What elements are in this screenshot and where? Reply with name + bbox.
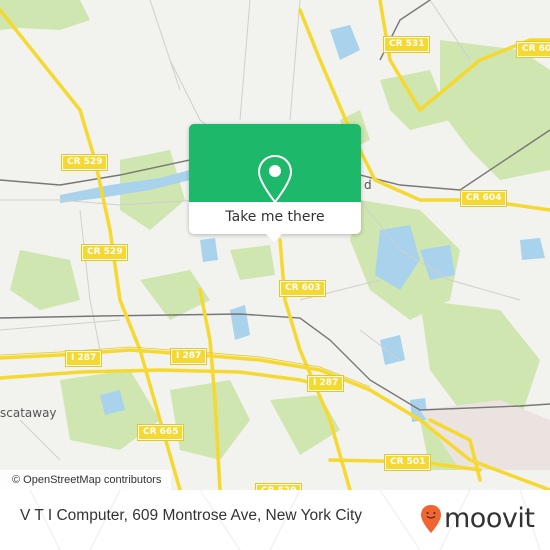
map-attribution[interactable]: © OpenStreetMap contributors: [0, 470, 172, 490]
map[interactable]: CR 531 CR 604 CR 529 CR 604 CR 529 CR 60…: [0, 0, 550, 490]
place-label-plainfield: d: [364, 178, 372, 192]
popup-header: [189, 124, 361, 204]
road-label-cr665: CR 665: [136, 424, 185, 441]
road-label-cr604: CR 604: [459, 190, 508, 207]
road-label-cr603: CR 603: [278, 280, 327, 297]
road-label-i287-a: I 287: [64, 350, 103, 367]
location-popup[interactable]: Take me there: [189, 124, 361, 242]
popup-pointer: [265, 233, 283, 242]
moovit-wordmark: moovit: [444, 503, 535, 534]
road-label-cr531: CR 531: [382, 36, 431, 53]
road-label-cr529-b: CR 529: [80, 244, 129, 261]
map-pin-icon: [257, 154, 293, 204]
place-label-piscataway: scataway: [0, 406, 57, 420]
footer: V T I Computer, 609 Montrose Ave, New Yo…: [0, 490, 550, 550]
road-label-cr501: CR 501: [383, 454, 432, 471]
road-label-cr529: CR 529: [60, 154, 109, 171]
road-label-cr604-top: CR 604: [515, 41, 550, 58]
road-label-i287-c: I 287: [306, 375, 345, 392]
road-label-i287-b: I 287: [169, 348, 208, 365]
address-text: V T I Computer, 609 Montrose Ave, New Yo…: [20, 507, 363, 524]
moovit-logo[interactable]: moovit: [420, 503, 535, 534]
moovit-logo-icon: [421, 505, 441, 533]
take-me-there-button[interactable]: Take me there: [189, 202, 361, 234]
